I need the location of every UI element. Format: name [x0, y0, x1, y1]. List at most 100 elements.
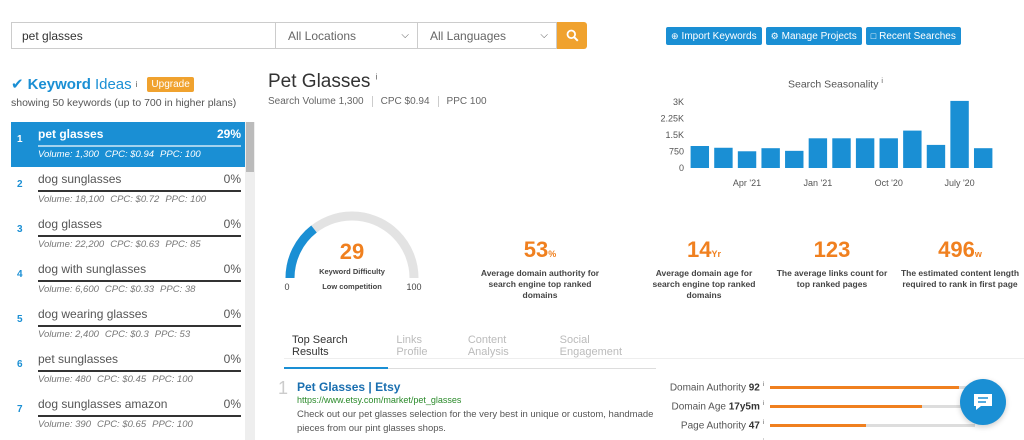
keyword-match-pct: 29%: [216, 127, 241, 141]
tab-top-search-results[interactable]: Top Search Results: [284, 327, 389, 369]
result-metric-label: Domain Age 17y5m i: [625, 401, 770, 412]
upgrade-button[interactable]: Upgrade: [147, 76, 194, 92]
keyword-list: 1 pet glasses 29% Volume: 1,300 CPC: $0.94 PP…: [11, 122, 255, 440]
result-metric-fill: [770, 386, 959, 389]
seasonality-bar[interactable]: [832, 138, 851, 168]
seasonality-bar[interactable]: [737, 151, 757, 168]
result-metric-bar: [770, 386, 975, 389]
x-tick-label: Jan '21: [804, 178, 833, 188]
plus-circle-icon: ⊕: [671, 30, 679, 41]
seasonality-bar[interactable]: [950, 100, 969, 168]
keyword-list-item[interactable]: 6 pet sunglasses 0% Volume: 480 CPC: $0.45 PP…: [11, 347, 255, 392]
result-metrics: Domain Authority 92 i Domain Age 17y5m iP…: [625, 378, 975, 440]
keyword-rank: 6: [17, 359, 23, 370]
result-title-link[interactable]: Pet Glasses | Etsy: [297, 380, 400, 394]
tab-content-analysis[interactable]: Content Analysis: [459, 327, 552, 369]
title-keyword: Keyword: [27, 75, 91, 93]
result-metric-value: 17y5m: [728, 401, 760, 413]
keyword-bar: [38, 370, 241, 372]
keyword-input[interactable]: [11, 22, 275, 49]
keyword-bar: [38, 325, 241, 327]
seasonality-bar[interactable]: [714, 147, 733, 168]
keyword-list-item[interactable]: 1 pet glasses 29% Volume: 1,300 CPC: $0.94 PP…: [11, 122, 255, 167]
keyword-row-header: dog sunglasses amazon 0%: [38, 397, 241, 411]
info-icon[interactable]: i: [376, 73, 378, 82]
result-metric-row: Content Size 487 i: [625, 435, 975, 440]
chat-button[interactable]: [960, 379, 1006, 425]
keyword-bar: [38, 190, 241, 192]
info-icon[interactable]: i: [763, 382, 764, 388]
metric-content-length: 496w The estimated content length requir…: [900, 237, 1020, 290]
manage-projects-button[interactable]: ⚙ Manage Projects: [765, 27, 862, 45]
keyword-row-header: dog wearing glasses 0%: [38, 307, 241, 321]
keyword-list-item[interactable]: 4 dog with sunglasses 0% Volume: 6,600 CPC: …: [11, 257, 255, 302]
seasonality-bar[interactable]: [690, 146, 710, 168]
language-select[interactable]: All Languages ⌵: [417, 22, 557, 49]
keyword-ppc: PPC: 85: [165, 239, 201, 250]
metric-description: Average domain authority for search engi…: [480, 268, 600, 301]
seasonality-bar[interactable]: [761, 148, 780, 168]
result-metric-label: Domain Authority 92 i: [625, 382, 770, 393]
metric-description: Average domain age for search engine top…: [652, 268, 756, 301]
keyword-count-note: showing 50 keywords (up to 700 in higher…: [11, 97, 237, 109]
info-icon[interactable]: i: [136, 80, 138, 89]
seasonality-bar[interactable]: [855, 138, 875, 168]
ppc-value: PPC 100: [437, 96, 495, 107]
keyword-rank: 2: [17, 179, 23, 190]
keyword-cpc: CPC: $0.94: [104, 149, 155, 160]
y-tick-label: 1.5K: [665, 130, 684, 140]
keyword-meta: Volume: 22,200 CPC: $0.63 PPC: 85: [38, 239, 241, 250]
y-tick-label: 750: [669, 147, 684, 157]
seasonality-bar[interactable]: [785, 150, 804, 168]
keyword-list-item[interactable]: 2 dog sunglasses 0% Volume: 18,100 CPC: $0.7…: [11, 167, 255, 212]
seasonality-bar[interactable]: [879, 138, 898, 168]
scrollbar-thumb[interactable]: [246, 122, 254, 172]
keyword-summary: Search Volume 1,300 CPC $0.94 PPC 100: [268, 96, 495, 107]
seasonality-bar[interactable]: [808, 138, 828, 168]
x-tick-label: July '20: [944, 178, 974, 188]
keyword-list-item[interactable]: 7 dog sunglasses amazon 0% Volume: 390 CPC: …: [11, 392, 255, 437]
metric-unit: Yr: [711, 249, 721, 259]
info-icon[interactable]: i: [763, 420, 764, 426]
keyword-volume: Volume: 1,300: [38, 149, 99, 160]
keyword-meta: Volume: 1,300 CPC: $0.94 PPC: 100: [38, 149, 241, 160]
search-button[interactable]: [557, 22, 587, 49]
keyword-list-item[interactable]: 5 dog wearing glasses 0% Volume: 2,400 CPC: …: [11, 302, 255, 347]
keyword-rank: 1: [17, 134, 23, 145]
metric-number: 53: [523, 237, 549, 262]
keyword-ppc: PPC: 100: [152, 419, 193, 430]
seasonality-bar[interactable]: [903, 130, 922, 168]
result-url[interactable]: https://www.etsy.com/market/pet_glasses: [297, 395, 461, 405]
recent-searches-button[interactable]: □ Recent Searches: [865, 27, 961, 45]
keyword-rank: 5: [17, 314, 23, 325]
keyword-volume: Volume: 18,100: [38, 194, 105, 205]
keyword-cpc: CPC: $0.33: [104, 284, 155, 295]
info-icon[interactable]: i: [763, 401, 764, 407]
keyword-meta: Volume: 2,400 CPC: $0.3 PPC: 53: [38, 329, 241, 340]
seasonality-title: Search Seasonality i: [788, 78, 883, 91]
tab-social-engagement[interactable]: Social Engagement: [551, 327, 656, 369]
metric-domain-authority: 53% Average domain authority for search …: [480, 237, 600, 301]
gauge-fill: [285, 225, 317, 279]
result-metric-row: Domain Age 17y5m i: [625, 397, 975, 416]
keyword-name: pet sunglasses: [38, 352, 119, 366]
language-value: All Languages: [430, 28, 507, 43]
keyword-meta: Volume: 18,100 CPC: $0.72 PPC: 100: [38, 194, 241, 205]
keyword-list-scrollbar[interactable]: [245, 122, 255, 440]
import-keywords-button[interactable]: ⊕ Import Keywords: [666, 27, 762, 45]
tab-links-profile[interactable]: Links Profile: [388, 327, 460, 369]
keyword-bar: [38, 415, 241, 417]
metric-unit: %: [548, 249, 557, 259]
keyword-ppc: PPC: 100: [165, 194, 206, 205]
seasonality-bar[interactable]: [973, 148, 993, 168]
seasonality-bar[interactable]: [926, 144, 946, 168]
keyword-meta: Volume: 480 CPC: $0.45 PPC: 100: [38, 374, 241, 385]
x-tick-label: Oct '20: [875, 178, 903, 188]
keyword-row-header: dog glasses 0%: [38, 217, 241, 231]
info-icon[interactable]: i: [881, 78, 883, 85]
keyword-rank: 7: [17, 404, 23, 415]
location-select[interactable]: All Locations ⌵: [275, 22, 417, 49]
keyword-list-item[interactable]: 3 dog glasses 0% Volume: 22,200 CPC: $0.63 PP…: [11, 212, 255, 257]
keyword-cpc: CPC: $0.3: [104, 329, 149, 340]
keyword-rank: 3: [17, 224, 23, 235]
